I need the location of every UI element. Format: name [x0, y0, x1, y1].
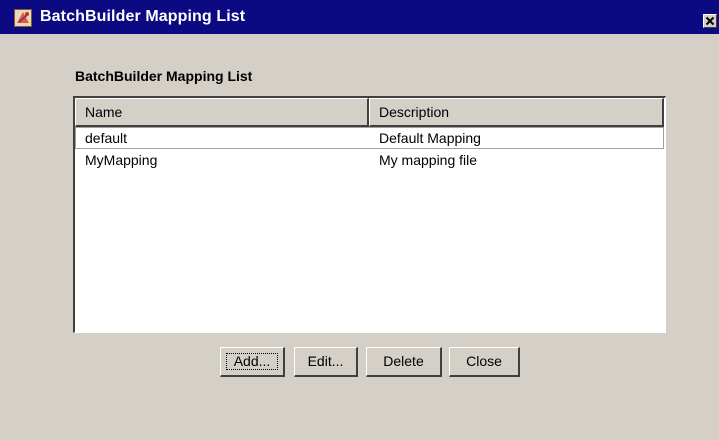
delete-button[interactable]: Delete [366, 347, 442, 377]
edit-button[interactable]: Edit... [294, 347, 358, 377]
close-button[interactable]: Close [449, 347, 520, 377]
row-name-cell: default [85, 130, 128, 146]
row-name-cell: MyMapping [85, 152, 158, 168]
delete-button-label: Delete [383, 353, 424, 369]
mapping-table[interactable]: Name Description default Default Mapping… [73, 96, 666, 333]
row-description-cell: Default Mapping [379, 130, 481, 146]
close-button-label: Close [466, 353, 502, 369]
column-header-description[interactable]: Description [369, 98, 664, 127]
mapping-list-dialog: BatchBuilder Mapping List BatchBuilder M… [0, 0, 719, 440]
table-row[interactable]: MyMapping My mapping file [75, 149, 664, 171]
table-header: Name Description [75, 98, 664, 127]
edit-button-label: Edit... [307, 353, 344, 369]
title-bar[interactable]: BatchBuilder Mapping List [0, 0, 719, 34]
column-header-name[interactable]: Name [75, 98, 369, 127]
window-title: BatchBuilder Mapping List [40, 8, 246, 25]
add-button[interactable]: Add... [220, 347, 285, 377]
add-button-label: Add... [233, 353, 271, 369]
close-icon [705, 16, 715, 26]
group-title: BatchBuilder Mapping List [75, 68, 253, 84]
row-description-cell: My mapping file [379, 152, 478, 168]
table-row[interactable]: default Default Mapping [75, 127, 664, 149]
close-window-button[interactable] [703, 14, 717, 28]
app-icon [14, 9, 32, 27]
